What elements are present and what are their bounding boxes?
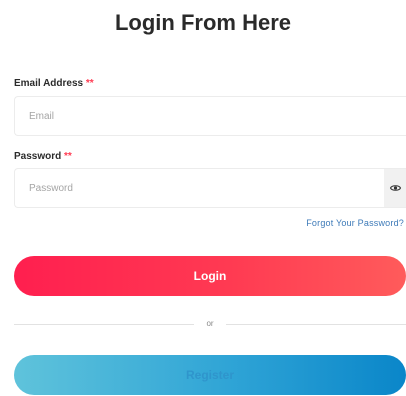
email-field-wrapper [14,96,406,136]
register-button[interactable]: Register [14,355,406,395]
or-divider: or [14,318,406,330]
password-label: Password ** [14,151,72,163]
login-button[interactable]: Login [14,256,406,296]
email-field[interactable] [15,97,406,135]
page-title: Login From Here [114,10,291,35]
forgot-password-link[interactable]: Forgot Your Password? [306,218,404,228]
password-label-text: Password [14,151,62,162]
email-label: Email Address ** [14,78,94,90]
email-label-text: Email Address [14,78,84,89]
divider-text: or [206,319,214,328]
password-field[interactable] [15,169,406,207]
password-visibility-toggle[interactable] [384,169,406,207]
divider-line-right [226,324,406,325]
password-field-wrapper [14,168,406,208]
required-mark: ** [85,78,94,89]
eye-icon [389,185,401,191]
divider-line-left [14,324,194,325]
required-mark: ** [64,151,72,162]
